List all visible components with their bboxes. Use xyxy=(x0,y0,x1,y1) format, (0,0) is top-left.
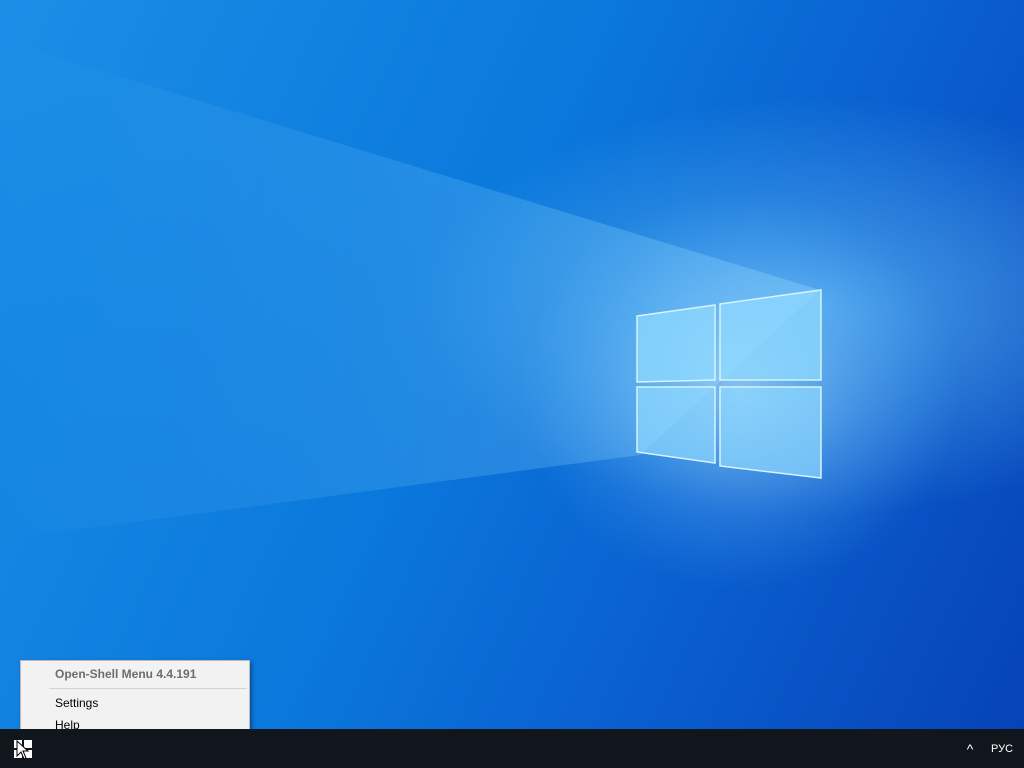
menu-item-settings[interactable]: Settings xyxy=(23,693,247,713)
open-shell-context-menu: Open-Shell Menu 4.4.191 Settings Help xyxy=(20,660,250,738)
menu-header: Open-Shell Menu 4.4.191 xyxy=(55,667,197,681)
taskbar: ^ РУС xyxy=(0,729,1024,768)
language-indicator[interactable]: РУС xyxy=(984,729,1020,768)
windows-logo-wallpaper xyxy=(0,40,960,590)
mouse-pointer-icon xyxy=(16,740,30,760)
show-hidden-icons-chevron-icon[interactable]: ^ xyxy=(958,729,982,768)
menu-separator xyxy=(49,688,247,689)
desktop-wallpaper xyxy=(0,0,1024,729)
